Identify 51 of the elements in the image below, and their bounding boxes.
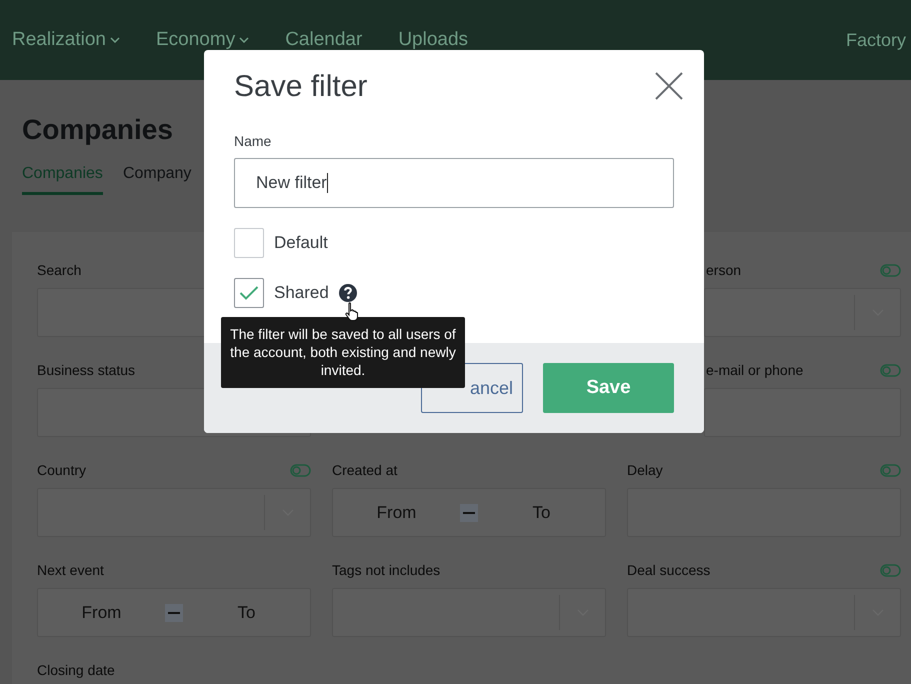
help-icon[interactable] — [338, 283, 358, 303]
nav-item[interactable]: Economy — [156, 26, 250, 54]
input-field[interactable] — [704, 388, 901, 437]
field-label: Name — [234, 132, 272, 151]
tab[interactable]: Company — [122, 162, 192, 195]
dropdown-field[interactable] — [332, 588, 606, 637]
dialog-title: Save filter — [234, 69, 368, 105]
toggle-switch[interactable] — [880, 564, 901, 576]
dropdown-field[interactable] — [37, 488, 311, 537]
field-label: Business status — [37, 360, 136, 380]
nav-item[interactable]: Realization — [12, 26, 120, 54]
nav-item[interactable]: Calendar — [285, 26, 362, 54]
field-label: Country — [37, 460, 86, 480]
dropdown-field[interactable] — [627, 588, 901, 637]
placeholder-text: To — [532, 502, 552, 524]
date-range-field[interactable]: From To — [332, 488, 606, 537]
field-label: e-mail or phone — [706, 360, 804, 380]
tooltip: The filter will be saved to all users of the account, both existing and newly invited. — [221, 317, 465, 388]
dash-icon — [165, 604, 183, 622]
field-label: Next event — [37, 560, 104, 580]
chevron-down-icon — [239, 37, 250, 43]
chevron-down-icon — [110, 37, 120, 43]
name-input-field[interactable]: New filter — [234, 158, 674, 208]
placeholder-text: To — [236, 602, 256, 624]
dropdown-field[interactable] — [704, 288, 901, 337]
field-label: Search — [37, 260, 82, 280]
field-label: Delay — [627, 460, 663, 480]
toggle-switch[interactable] — [880, 364, 901, 376]
hand-cursor-icon — [345, 302, 361, 322]
date-range-field[interactable]: From To — [37, 588, 311, 637]
checkbox[interactable] — [234, 278, 264, 308]
save-button[interactable]: Save — [543, 363, 674, 413]
checkbox[interactable] — [234, 228, 264, 258]
field-label: Created at — [332, 460, 398, 480]
nav-item[interactable]: Factory — [846, 26, 906, 54]
field-label: Tags not includes — [332, 560, 440, 580]
toggle-switch[interactable] — [290, 464, 311, 476]
nav-item[interactable]: Uploads — [398, 26, 468, 54]
check-icon — [239, 285, 259, 301]
placeholder-text: From — [80, 602, 122, 624]
close-icon[interactable] — [655, 72, 683, 100]
toggle-switch[interactable] — [880, 264, 901, 276]
toggle-switch[interactable] — [880, 464, 901, 476]
field-label: Closing date — [37, 660, 115, 680]
page-title: Companies — [22, 113, 173, 147]
dash-icon — [460, 504, 478, 522]
placeholder-text: From — [376, 502, 418, 524]
field-label: erson — [706, 260, 742, 280]
checkbox-label: Shared — [274, 282, 329, 304]
field-label: Deal success — [627, 560, 710, 580]
checkbox-label: Default — [274, 232, 328, 254]
